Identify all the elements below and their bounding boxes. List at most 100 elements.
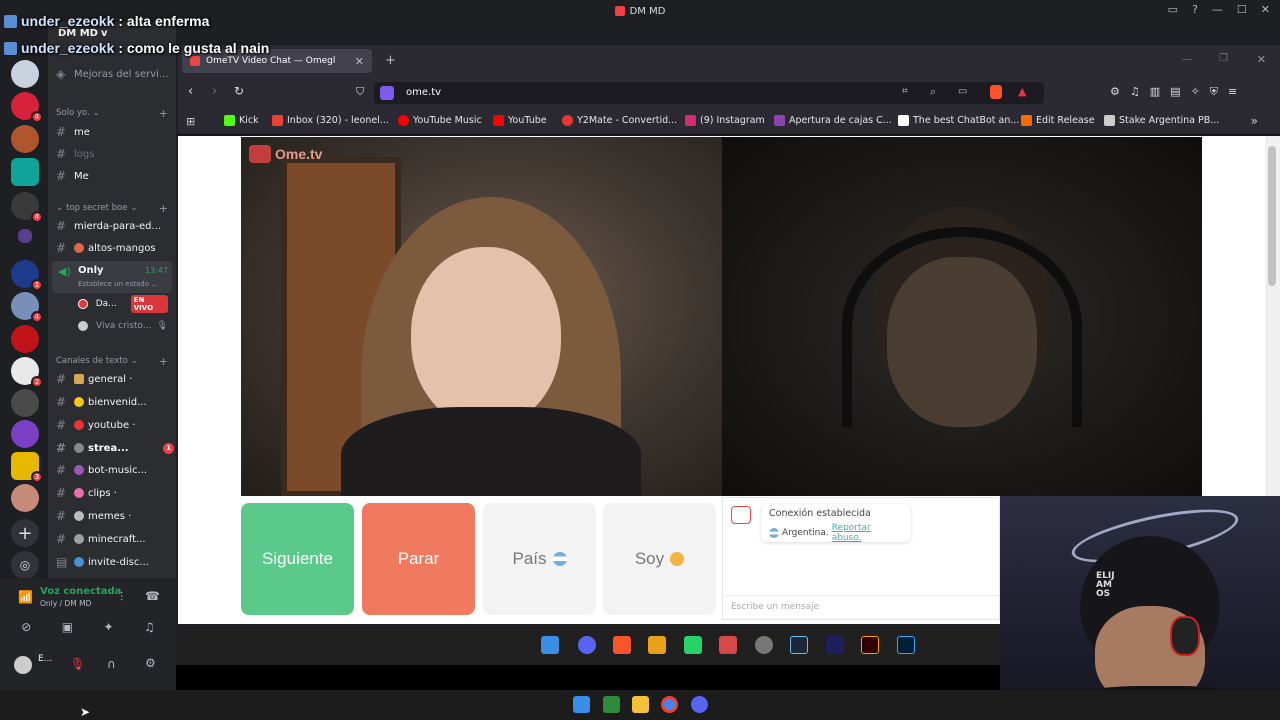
bookmark-item[interactable]: YouTube <box>493 115 547 126</box>
windows-start-icon[interactable] <box>541 636 559 654</box>
bookmark-item[interactable]: The best ChatBot an... <box>898 115 1019 126</box>
channel-bienvenida[interactable]: # bienvenid... <box>56 392 174 412</box>
headphones-icon[interactable]: ∩ <box>107 657 116 671</box>
illustrator-icon[interactable] <box>861 636 879 654</box>
soundboard-icon[interactable]: ♫ <box>144 620 155 634</box>
next-button[interactable]: Siguiente <box>241 503 354 615</box>
report-abuse-link[interactable]: Reportar abuso. <box>832 523 903 543</box>
server-icon[interactable]: 4 <box>11 292 43 323</box>
more-bookmarks-icon[interactable]: » <box>1251 114 1258 128</box>
bookmark-item[interactable]: Inbox (320) - leonel... <box>272 115 389 126</box>
channel-minecraft[interactable]: # minecraft... <box>56 529 174 549</box>
channel-clips[interactable]: # clips · <box>56 483 174 503</box>
wallet-icon[interactable]: ▤ <box>1170 85 1180 99</box>
photoshop-icon[interactable] <box>897 636 915 654</box>
restore-icon[interactable]: ❐ <box>1219 53 1228 64</box>
channel-me[interactable]: # me <box>56 122 174 142</box>
bookmark-item[interactable]: Edit Release <box>1021 115 1095 126</box>
folder-icon[interactable] <box>18 229 32 243</box>
add-channel-icon[interactable]: + <box>159 355 168 368</box>
server-icon[interactable] <box>11 60 39 88</box>
server-icon[interactable] <box>11 484 39 512</box>
channel-general[interactable]: # general · <box>56 369 174 389</box>
server-icon[interactable]: 4 <box>11 92 43 123</box>
extensions-icon[interactable]: ⚙ <box>1110 85 1120 99</box>
mic-muted-icon[interactable]: 🎙 <box>70 657 85 671</box>
server-header[interactable]: DM MD v <box>58 28 108 39</box>
add-channel-icon[interactable]: + <box>159 107 168 120</box>
steam-icon[interactable] <box>790 636 808 654</box>
maximize-icon[interactable]: ☐ <box>1237 3 1247 16</box>
channel-stream[interactable]: # strea... 1 <box>56 438 174 458</box>
channel-logs[interactable]: # logs <box>56 144 174 164</box>
channel-Me[interactable]: # Me <box>56 166 174 186</box>
soundboard-icon[interactable]: ⫶ <box>120 590 123 605</box>
help-icon[interactable]: ? <box>1192 3 1198 16</box>
channel-mierda[interactable]: # mierda-para-ed... <box>56 216 174 236</box>
channel-bot-music[interactable]: # bot-music... <box>56 460 174 480</box>
server-icon[interactable] <box>11 125 39 153</box>
music-icon[interactable]: ♫ <box>1130 85 1140 99</box>
server-icon[interactable]: 4 <box>11 192 43 223</box>
new-tab-icon[interactable]: + <box>385 53 396 68</box>
brave-rewards-icon[interactable]: ▲ <box>1018 85 1026 98</box>
camera-off-icon[interactable]: ⊘ <box>21 620 31 634</box>
add-channel-icon[interactable]: + <box>159 202 168 215</box>
bookmark-icon[interactable]: ⛉ <box>356 85 364 99</box>
server-icon[interactable]: 1 <box>11 260 43 291</box>
voice-member[interactable]: Da... EN VIVO <box>78 295 168 313</box>
address-bar[interactable]: ome.tv ⌗ ⌕ ▭ ▲ <box>374 82 1044 104</box>
gender-button[interactable]: Soy <box>603 503 716 615</box>
bookmark-item[interactable]: Y2Mate - Convertid... <box>562 115 677 126</box>
chrome-icon[interactable] <box>661 696 678 713</box>
server-icon[interactable] <box>11 420 39 448</box>
activities-icon[interactable]: ✦ <box>104 620 114 634</box>
avatar[interactable] <box>14 656 32 674</box>
zoom-icon[interactable]: ⌕ <box>930 85 936 99</box>
server-icon[interactable] <box>11 325 39 353</box>
boosts-item[interactable]: ◈ Mejoras del servi... <box>56 64 174 84</box>
server-icon[interactable]: 2 <box>11 357 43 388</box>
screen-share-icon[interactable]: ▣ <box>62 620 73 634</box>
bookmark-item[interactable]: Kick <box>224 115 259 126</box>
disconnect-icon[interactable]: ☎ <box>145 589 160 603</box>
leo-icon[interactable]: ✧ <box>1191 85 1200 99</box>
channel-youtube[interactable]: # youtube · <box>56 415 174 435</box>
obs-icon[interactable] <box>755 636 773 654</box>
minimize-icon[interactable]: — <box>1182 54 1192 65</box>
voice-member[interactable]: Viva cristo... 🎙 <box>78 317 168 335</box>
server-icon[interactable] <box>11 158 39 186</box>
menu-icon[interactable]: ≡ <box>1228 85 1237 99</box>
close-icon[interactable]: ✕ <box>1257 53 1266 66</box>
after-effects-icon[interactable] <box>826 636 844 654</box>
stop-button[interactable]: Parar <box>362 503 475 615</box>
whatsapp-icon[interactable] <box>684 636 702 654</box>
forward-icon[interactable]: › <box>212 84 217 99</box>
country-button[interactable]: País <box>483 503 596 615</box>
sidebar-icon[interactable]: ▥ <box>1150 85 1160 99</box>
category-topsecret[interactable]: ⌄ top secret boe ⌄ + <box>56 202 168 215</box>
cast-icon[interactable]: ▭ <box>958 86 967 97</box>
add-server-icon[interactable]: + <box>11 519 39 547</box>
brave-icon[interactable] <box>613 636 631 654</box>
category-canales[interactable]: Canales de texto ⌄ + <box>56 355 168 368</box>
back-icon[interactable]: ‹ <box>188 84 193 99</box>
brave-shield-icon[interactable] <box>990 85 1002 99</box>
bookmark-item[interactable]: Stake Argentina PB... <box>1104 115 1219 126</box>
apps-icon[interactable]: ⊞ <box>186 115 195 128</box>
discord-icon[interactable] <box>691 696 708 713</box>
reload-icon[interactable]: ↻ <box>234 84 244 98</box>
windows-start-icon[interactable] <box>573 696 590 713</box>
close-icon[interactable]: ✕ <box>1261 3 1270 16</box>
channel-invite[interactable]: ▤ invite-disc... <box>56 552 174 572</box>
channel-memes[interactable]: # memes · <box>56 506 174 526</box>
bookmark-item[interactable]: (9) Instagram <box>685 115 765 126</box>
message-input[interactable]: Escribe un mensaje <box>723 595 999 619</box>
file-explorer-icon[interactable] <box>632 696 649 713</box>
channel-altos-mangos[interactable]: # altos-mangos <box>56 238 174 258</box>
inbox-icon[interactable]: ▭ <box>1168 3 1178 16</box>
category-solo[interactable]: Solo yo. ⌄ + <box>56 107 168 120</box>
app-icon[interactable] <box>648 636 666 654</box>
excel-icon[interactable] <box>603 696 620 713</box>
app-icon[interactable] <box>719 636 737 654</box>
